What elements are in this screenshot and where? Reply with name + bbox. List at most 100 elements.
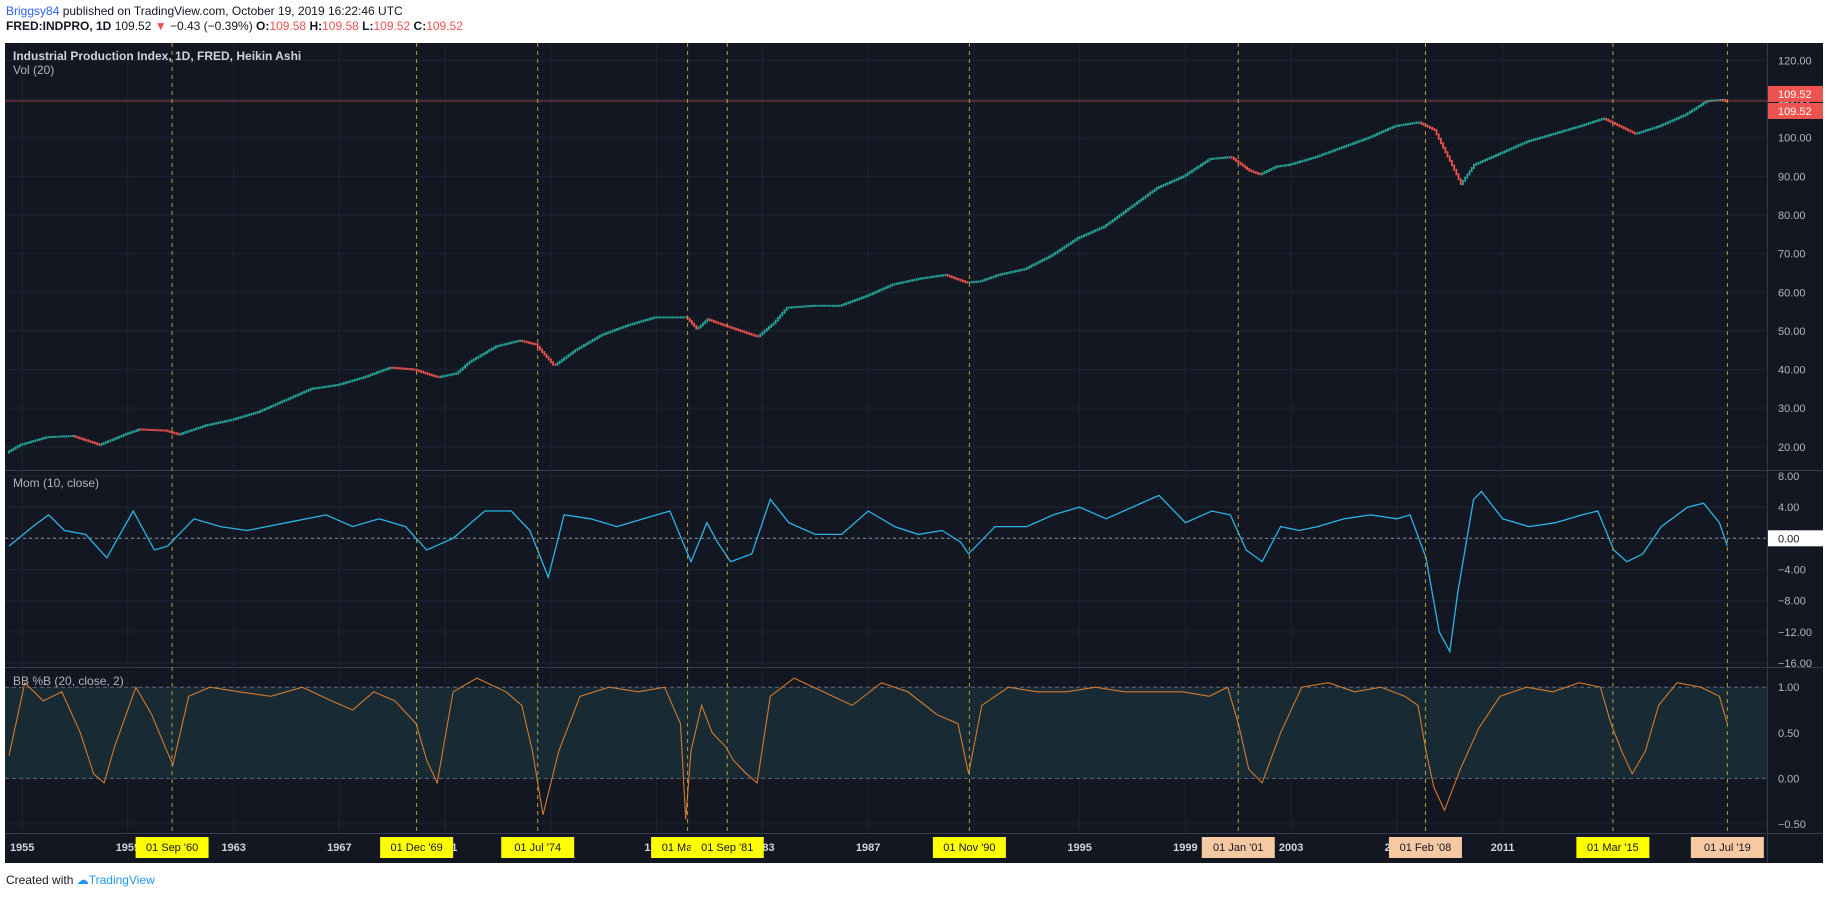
price-candle xyxy=(1411,122,1414,125)
price-candle xyxy=(682,316,684,319)
price-candle xyxy=(1336,147,1339,151)
date-marker-label: 01 Sep '81 xyxy=(701,842,753,854)
price-candle xyxy=(1365,137,1367,141)
price-candle xyxy=(424,371,427,375)
price-candle xyxy=(1387,128,1389,131)
price-candle xyxy=(1169,181,1171,185)
price-candle xyxy=(913,278,916,282)
price-candle xyxy=(230,418,233,422)
price-candle xyxy=(490,347,493,352)
price-candle xyxy=(30,440,32,444)
price-candle xyxy=(1484,158,1486,162)
price-candle xyxy=(263,408,266,412)
price-candle xyxy=(928,276,931,279)
price-candle xyxy=(107,440,110,444)
price-candle xyxy=(505,342,508,346)
price-candle xyxy=(1437,133,1440,140)
price-candle xyxy=(212,422,215,426)
price-candle xyxy=(492,346,495,350)
price-candle xyxy=(1552,132,1555,136)
chart-canvas[interactable]: 120.00110.00100.0090.0080.0070.0060.0050… xyxy=(5,43,1823,863)
price-candle xyxy=(382,369,385,372)
volume-label: Vol (20) xyxy=(13,63,54,77)
price-candle xyxy=(688,317,691,323)
price-candle xyxy=(578,346,581,350)
price-candle xyxy=(1327,151,1330,155)
price-candle xyxy=(422,370,425,374)
price-candle xyxy=(1695,106,1698,110)
price-candle xyxy=(1653,126,1656,130)
price-candle xyxy=(38,438,41,441)
price-candle xyxy=(1100,226,1103,230)
price-candle xyxy=(226,419,228,423)
price-candle xyxy=(1603,117,1605,120)
price-candle xyxy=(589,340,592,344)
price-candle xyxy=(1120,212,1123,217)
price-candle xyxy=(1019,269,1022,272)
price-candle xyxy=(338,383,341,386)
price-candle xyxy=(318,386,321,389)
price-candle xyxy=(1583,123,1586,127)
price-candle xyxy=(1063,245,1066,250)
price-candle xyxy=(823,304,825,307)
price-candle xyxy=(719,322,722,326)
price-candle xyxy=(1136,201,1138,206)
x-tick-label: 1999 xyxy=(1173,842,1197,854)
price-candle xyxy=(840,303,843,307)
price-candle xyxy=(814,304,817,307)
price-candle xyxy=(1600,117,1603,121)
price-candle xyxy=(1175,178,1178,182)
price-candle xyxy=(1107,222,1110,226)
price-candle xyxy=(1486,157,1489,161)
price-candle xyxy=(1241,163,1244,167)
price-candle xyxy=(483,351,486,356)
price-candle xyxy=(1506,149,1508,153)
price-candle xyxy=(1565,129,1568,132)
tradingview-link[interactable]: TradingView xyxy=(89,873,155,887)
price-candle xyxy=(1221,156,1224,159)
price-candle xyxy=(1673,118,1676,122)
price-candle xyxy=(1433,127,1436,131)
price-candle xyxy=(671,316,673,319)
y-tick-label: 8.00 xyxy=(1778,471,1799,483)
price-candle xyxy=(378,370,380,374)
price-candle xyxy=(331,384,334,387)
price-candle xyxy=(479,354,482,358)
price-candle xyxy=(254,411,257,415)
price-candle xyxy=(653,316,656,320)
price-candle xyxy=(1614,121,1616,125)
bb-pane-title: BB %B (20, close, 2) xyxy=(13,674,124,688)
date-marker-label: 01 Dec '69 xyxy=(390,842,442,854)
price-candle xyxy=(1373,133,1376,137)
price-candle xyxy=(1585,122,1588,126)
price-candle xyxy=(283,399,286,403)
close-label: C: xyxy=(413,19,427,33)
price-candle xyxy=(133,429,136,433)
price-candle xyxy=(1094,229,1096,233)
price-candle xyxy=(845,302,848,306)
price-candle xyxy=(900,281,903,285)
price-candle xyxy=(265,407,268,411)
price-candle xyxy=(1640,130,1643,134)
price-candle xyxy=(464,364,466,369)
price-candle xyxy=(1545,134,1548,138)
price-candle xyxy=(409,368,411,371)
price-candle xyxy=(992,275,995,279)
price-candle xyxy=(1122,211,1125,215)
price-candle xyxy=(774,319,777,325)
price-candle xyxy=(1133,203,1136,207)
price-candle xyxy=(1193,168,1196,172)
price-candle xyxy=(1351,142,1354,146)
price-candle xyxy=(272,404,275,408)
price-candle xyxy=(1177,177,1180,181)
price-candle xyxy=(475,356,477,361)
price-candle xyxy=(261,409,264,413)
price-candle xyxy=(248,413,250,417)
price-candle xyxy=(1301,159,1304,163)
price-candle xyxy=(970,281,973,284)
price-candle xyxy=(1321,153,1323,157)
price-candle xyxy=(618,327,621,331)
price-candle xyxy=(803,305,806,308)
price-candle xyxy=(717,321,720,325)
author-link[interactable]: Briggsy84 xyxy=(6,4,59,18)
